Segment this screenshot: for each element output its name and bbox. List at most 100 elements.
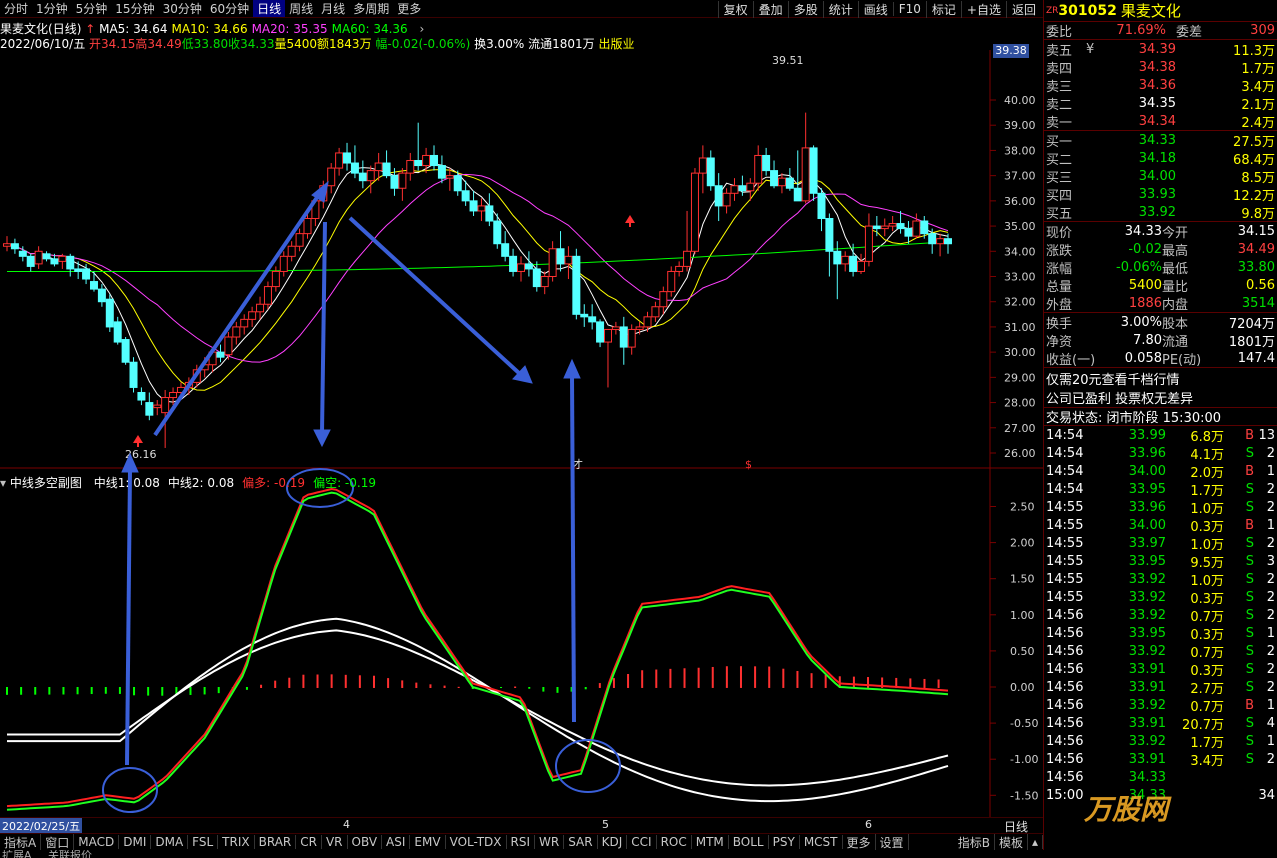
sub-bar-42	[203, 687, 206, 695]
indicator-tab-11[interactable]: ASI	[382, 835, 411, 849]
period-tab-4[interactable]: 30分钟	[159, 0, 206, 17]
tick-price: 33.91	[1128, 679, 1166, 695]
indicator-tab-19[interactable]: ROC	[657, 835, 692, 849]
tick-volume: 4.1万	[1190, 447, 1224, 463]
sub-bar-105	[500, 687, 503, 689]
bid-label: 买一	[1046, 134, 1073, 150]
ask-volume: 2.1万	[1241, 97, 1275, 113]
price-label-7: 33.00	[1004, 271, 1036, 284]
x-label-may: 5	[602, 818, 609, 831]
tool-button-4[interactable]: 画线	[857, 0, 893, 18]
tick-price: 34.00	[1128, 463, 1166, 479]
chevron-down-icon[interactable]: ▾	[0, 476, 6, 490]
tick-side: S	[1245, 499, 1254, 515]
indicator-tab-18[interactable]: CCI	[627, 835, 657, 849]
ask-price: 34.36	[1138, 77, 1176, 93]
indicator-right-0[interactable]: 指标B	[954, 834, 995, 850]
candle-body-68	[540, 276, 549, 288]
indicator-tab-3[interactable]: DMI	[119, 835, 152, 849]
stat-value-2: 34.49	[1237, 241, 1275, 257]
period-tab-9[interactable]: 多周期	[349, 0, 393, 17]
indicator-tab-13[interactable]: VOL-TDX	[446, 835, 507, 849]
indicator-tab-21[interactable]: BOLL	[729, 835, 769, 849]
candle-body-6	[50, 258, 59, 265]
candle-body-28	[224, 336, 233, 356]
indicator-tab-12[interactable]: EMV	[410, 835, 446, 849]
period-tab-0[interactable]: 分时	[0, 0, 32, 17]
indicator-tab-8[interactable]: CR	[296, 835, 322, 849]
tool-button-3[interactable]: 统计	[822, 0, 858, 18]
indicator-tab-25[interactable]: 设置	[876, 834, 909, 850]
tool-button-1[interactable]: 叠加	[752, 0, 788, 18]
ask-row-4: 卖一 34.34 2.4万	[1044, 112, 1277, 131]
tick-time: 14:55	[1046, 571, 1084, 587]
tick-side: S	[1245, 535, 1254, 551]
period-tab-6[interactable]: 日线	[253, 0, 286, 17]
candle-body-43	[343, 152, 352, 164]
candle-body-2	[18, 250, 27, 257]
tick-volume: 1.0万	[1190, 501, 1224, 517]
indicator-right-1[interactable]: 模板	[995, 834, 1028, 850]
indicator-tab-24[interactable]: 更多	[843, 834, 876, 850]
kline-chart[interactable]: 40.0039.0038.0037.0036.0035.0034.0033.00…	[0, 50, 1043, 830]
indicator-tab-4[interactable]: DMA	[151, 835, 189, 849]
tick-row-0: 14:54 33.99 6.8万 B 13	[1044, 426, 1277, 445]
indicator-tab-23[interactable]: MCST	[800, 835, 843, 849]
indicator-tab-5[interactable]: FSL	[188, 835, 219, 849]
tool-button-7[interactable]: +自选	[960, 0, 1006, 18]
candle-body-63	[501, 243, 510, 257]
period-tab-5[interactable]: 60分钟	[206, 0, 253, 17]
period-tab-7[interactable]: 周线	[285, 0, 317, 17]
indicator-tab-9[interactable]: VR	[322, 835, 348, 849]
sub-indicator-name[interactable]: 中线多空副图	[10, 476, 82, 490]
notice-1[interactable]: 仅需20元查看千档行情	[1044, 368, 1277, 388]
candle-body-54	[430, 154, 439, 167]
tool-button-5[interactable]: F10	[892, 2, 926, 16]
indicator-right-2[interactable]: ▴	[1028, 835, 1043, 849]
candle-body-33	[263, 286, 272, 305]
tool-button-8[interactable]: 返回	[1005, 0, 1041, 18]
high-annotation: 39.51	[772, 54, 804, 67]
tick-price: 33.92	[1128, 571, 1166, 587]
ask-price: 34.34	[1138, 113, 1176, 129]
sub-bar-63	[302, 674, 305, 688]
tick-time: 14:56	[1046, 733, 1084, 749]
chevron-right-icon[interactable]: ›	[420, 22, 425, 36]
tick-time: 14:55	[1046, 535, 1084, 551]
indicator-tab-14[interactable]: RSI	[507, 835, 536, 849]
indicator-tab-22[interactable]: PSY	[769, 835, 800, 849]
sub-bar-45	[217, 687, 220, 694]
notice-2[interactable]: 公司已盈利 投票权无差异	[1044, 388, 1277, 408]
indicator-tab-1[interactable]: 窗口	[41, 834, 75, 850]
period-tab-2[interactable]: 5分钟	[72, 0, 112, 17]
period-tab-8[interactable]: 月线	[317, 0, 349, 17]
trade-state: 交易状态: 闭市阶段 15:30:00	[1044, 408, 1277, 426]
indicator-tab-17[interactable]: KDJ	[598, 835, 628, 849]
candle-body-99	[785, 177, 794, 189]
tool-button-0[interactable]: 复权	[717, 0, 753, 18]
period-tab-10[interactable]: 更多	[393, 0, 425, 17]
indicator-tab-6[interactable]: TRIX	[218, 835, 255, 849]
indicator-tab-16[interactable]: SAR	[564, 835, 598, 849]
candle-body-53	[422, 154, 431, 167]
tool-button-6[interactable]: 标记	[925, 0, 961, 18]
ask-label: 卖二	[1046, 97, 1073, 113]
indicator-tab-15[interactable]: WR	[535, 835, 565, 849]
indicator-tab-2[interactable]: MACD	[74, 835, 120, 849]
indicator-tab-0[interactable]: 指标A	[0, 834, 42, 850]
ext-a-tab[interactable]: 扩展A	[2, 850, 32, 858]
related-quote-tab[interactable]: 关联报价	[48, 850, 92, 858]
period-tab-1[interactable]: 1分钟	[32, 0, 72, 17]
indicator-tab-10[interactable]: OBV	[348, 835, 383, 849]
tick-volume: 1.7万	[1190, 483, 1224, 499]
indicator-tab-20[interactable]: MTM	[692, 835, 729, 849]
tick-price: 33.91	[1128, 751, 1166, 767]
price-label-13: 27.00	[1004, 422, 1036, 435]
bid-price: 33.92	[1138, 204, 1176, 220]
tool-button-2[interactable]: 多股	[787, 0, 823, 18]
tick-volume: 20.7万	[1182, 717, 1224, 733]
candle-body-42	[335, 152, 344, 169]
indicator-tab-7[interactable]: BRAR	[255, 835, 297, 849]
candle-body-67	[532, 268, 541, 288]
period-tab-3[interactable]: 15分钟	[111, 0, 158, 17]
